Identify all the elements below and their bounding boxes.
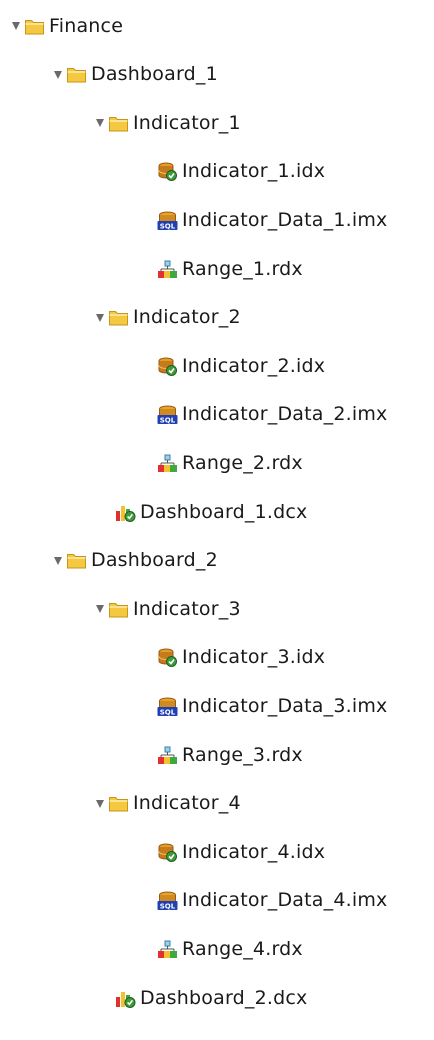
tree-item-label: Indicator_3 xyxy=(133,597,241,620)
expand-caret-icon[interactable] xyxy=(96,605,104,614)
range-file-icon xyxy=(157,453,178,474)
svg-text:SQL: SQL xyxy=(160,417,176,425)
folder-icon xyxy=(24,16,45,37)
dashboard-file-icon xyxy=(115,988,136,1009)
tree-item-label: Dashboard_1.dcx xyxy=(140,500,308,523)
range-file-icon xyxy=(157,259,178,280)
range-file-icon xyxy=(157,745,178,766)
tree-item-label: Range_4.rdx xyxy=(182,937,303,960)
tree-file-indicator-1-idx[interactable]: Indicator_1.idx xyxy=(157,152,325,192)
tree-folder-dashboard-2[interactable]: Dashboard_2 xyxy=(54,541,218,581)
tree-item-label: Dashboard_2 xyxy=(91,549,218,572)
tree-file-dashboard-2-dcx[interactable]: Dashboard_2.dcx xyxy=(115,978,307,1018)
tree-item-label: Indicator_4.idx xyxy=(182,840,326,863)
sql-database-icon: SQL xyxy=(157,210,178,231)
expand-caret-icon[interactable] xyxy=(96,119,104,128)
tree-file-range-3-rdx[interactable]: Range_3.rdx xyxy=(157,735,303,775)
tree-folder-indicator-3[interactable]: Indicator_3 xyxy=(96,589,241,629)
folder-icon xyxy=(108,793,129,814)
indicator-file-icon xyxy=(157,161,178,182)
tree-file-indicator-4-idx[interactable]: Indicator_4.idx xyxy=(157,832,325,872)
tree-item-label: Range_3.rdx xyxy=(182,743,303,766)
sql-database-icon: SQL xyxy=(157,404,178,425)
file-tree: Finance Dashboard_1 Indicator_1 Indicato… xyxy=(0,0,434,1040)
tree-item-label: Indicator_2.idx xyxy=(182,354,326,377)
tree-file-indicator-data-1-imx[interactable]: SQL Indicator_Data_1.imx xyxy=(157,200,388,240)
tree-folder-dashboard-1[interactable]: Dashboard_1 xyxy=(54,55,218,95)
tree-item-label: Indicator_Data_1.imx xyxy=(182,208,388,231)
tree-file-indicator-3-idx[interactable]: Indicator_3.idx xyxy=(157,638,325,678)
tree-item-label: Indicator_Data_2.imx xyxy=(182,403,388,426)
tree-folder-finance[interactable]: Finance xyxy=(12,6,123,46)
sql-database-icon: SQL xyxy=(157,696,178,717)
tree-file-indicator-data-3-imx[interactable]: SQL Indicator_Data_3.imx xyxy=(157,686,388,726)
tree-file-range-4-rdx[interactable]: Range_4.rdx xyxy=(157,929,303,969)
tree-item-label: Indicator_1.idx xyxy=(182,160,326,183)
tree-folder-indicator-2[interactable]: Indicator_2 xyxy=(96,298,241,338)
folder-icon xyxy=(66,64,87,85)
tree-file-dashboard-1-dcx[interactable]: Dashboard_1.dcx xyxy=(115,492,307,532)
folder-icon xyxy=(108,599,129,620)
tree-item-label: Range_1.rdx xyxy=(182,257,303,280)
folder-icon xyxy=(108,307,129,328)
tree-file-range-1-rdx[interactable]: Range_1.rdx xyxy=(157,249,303,289)
expand-caret-icon[interactable] xyxy=(54,556,62,565)
indicator-file-icon xyxy=(157,842,178,863)
tree-item-label: Indicator_1 xyxy=(133,111,241,134)
tree-item-label: Finance xyxy=(49,14,124,37)
folder-icon xyxy=(108,113,129,134)
indicator-file-icon xyxy=(157,356,178,377)
tree-item-label: Indicator_Data_3.imx xyxy=(182,694,388,717)
tree-file-indicator-data-2-imx[interactable]: SQL Indicator_Data_2.imx xyxy=(157,395,388,435)
folder-icon xyxy=(66,550,87,571)
tree-item-label: Dashboard_2.dcx xyxy=(140,986,308,1009)
tree-file-indicator-2-idx[interactable]: Indicator_2.idx xyxy=(157,346,325,386)
tree-item-label: Range_2.rdx xyxy=(182,451,303,474)
tree-item-label: Indicator_Data_4.imx xyxy=(182,889,388,912)
expand-caret-icon[interactable] xyxy=(54,70,62,79)
tree-item-label: Indicator_4 xyxy=(133,792,241,815)
dashboard-file-icon xyxy=(115,502,136,523)
tree-file-indicator-data-4-imx[interactable]: SQL Indicator_Data_4.imx xyxy=(157,881,388,921)
tree-folder-indicator-4[interactable]: Indicator_4 xyxy=(96,784,241,824)
tree-item-label: Indicator_3.idx xyxy=(182,646,326,669)
tree-folder-indicator-1[interactable]: Indicator_1 xyxy=(96,103,241,143)
range-file-icon xyxy=(157,939,178,960)
svg-text:SQL: SQL xyxy=(160,708,176,716)
tree-item-label: Dashboard_1 xyxy=(91,63,218,86)
svg-text:SQL: SQL xyxy=(160,903,176,911)
svg-text:SQL: SQL xyxy=(160,222,176,230)
expand-caret-icon[interactable] xyxy=(96,313,104,322)
indicator-file-icon xyxy=(157,647,178,668)
tree-file-range-2-rdx[interactable]: Range_2.rdx xyxy=(157,443,303,483)
sql-database-icon: SQL xyxy=(157,890,178,911)
tree-item-label: Indicator_2 xyxy=(133,306,241,329)
expand-caret-icon[interactable] xyxy=(96,799,104,808)
expand-caret-icon[interactable] xyxy=(12,22,20,30)
